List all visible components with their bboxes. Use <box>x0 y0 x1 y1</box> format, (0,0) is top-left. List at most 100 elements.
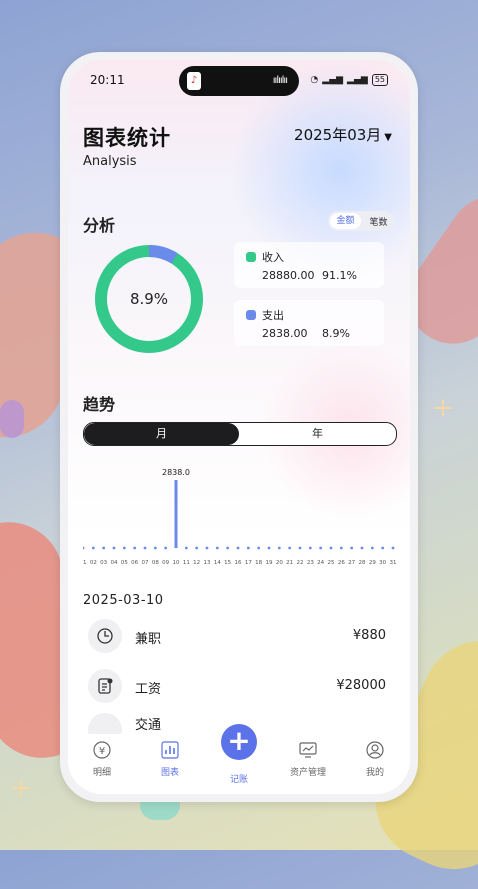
toggle-amount[interactable]: 金额 <box>330 213 361 229</box>
chart-tick-label: 26 <box>338 560 345 566</box>
phone-frame: 20:11 ♪ ıılıılıı ◔ ▂▄▆ ▂▄▆ 55 图表统计 Analy… <box>60 52 418 802</box>
chart-zero-point <box>236 546 240 550</box>
chart-tick-label: 23 <box>307 560 314 566</box>
chart-zero-point <box>133 546 137 550</box>
user-icon <box>366 741 384 759</box>
background-shape <box>0 400 24 438</box>
chart-tick-label: 29 <box>369 560 376 566</box>
chart-zero-point <box>257 546 261 550</box>
plus-icon[interactable]: + <box>221 724 257 760</box>
chart-tick-label: 20 <box>276 560 283 566</box>
wifi-icon: ◔ <box>310 75 319 85</box>
expense-color-dot <box>246 310 256 320</box>
bottom-tab-bar: ¥ 明细 图表 + 记账 资产管理 我的 <box>68 724 410 794</box>
legend-income-label: 收入 <box>262 251 284 264</box>
status-time: 20:11 <box>90 73 125 87</box>
monitor-chart-icon <box>299 742 317 758</box>
chart-tick-label: 10 <box>173 560 180 566</box>
chart-zero-point <box>267 546 271 550</box>
income-color-dot <box>246 252 256 262</box>
tab-label: 资产管理 <box>289 768 326 778</box>
chart-zero-point <box>184 546 188 550</box>
chart-tick-label: 16 <box>235 560 242 566</box>
detail-date: 2025-03-10 <box>83 593 164 608</box>
chart-tick-label: 22 <box>297 560 304 566</box>
chart-tick-label: 15 <box>224 560 231 566</box>
page-title: 图表统计 <box>83 126 171 150</box>
tab-label: 我的 <box>365 768 384 778</box>
chart-tick-label: 25 <box>328 560 335 566</box>
legend-expense: 支出 2838.00 8.9% <box>234 300 384 346</box>
legend-income-value: 28880.00 <box>262 269 315 282</box>
chart-tick-label: 12 <box>193 560 200 566</box>
item-amount: ¥880 <box>352 628 386 643</box>
chart-zero-point <box>122 546 126 550</box>
audio-wave-icon: ıılıılıı <box>272 75 288 86</box>
chart-tick-label: 31 <box>390 560 397 566</box>
caret-down-icon: ▼ <box>384 132 392 143</box>
analysis-heading: 分析 <box>83 216 116 235</box>
chart-tick-label: 05 <box>121 560 128 566</box>
legend-expense-pct: 8.9% <box>322 327 350 340</box>
chart-tick-label: 19 <box>266 560 273 566</box>
chart-zero-point <box>319 546 323 550</box>
amount-count-toggle[interactable]: 金额 笔数 <box>328 211 394 231</box>
item-name: 工资 <box>135 682 162 697</box>
status-icons: ◔ ▂▄▆ ▂▄▆ 55 <box>310 74 388 86</box>
signal-icon: ▂▄▆ <box>347 75 368 85</box>
chart-tick-label: 24 <box>317 560 324 566</box>
svg-text:¥: ¥ <box>99 746 105 757</box>
chart-zero-point <box>153 546 157 550</box>
tab-label: 明细 <box>92 768 111 778</box>
legend-income: 收入 28880.00 91.1% <box>234 242 384 288</box>
bar-chart-icon <box>161 741 179 759</box>
tab-record-label[interactable]: 记账 <box>209 772 269 785</box>
app-screen: 20:11 ♪ ıılıılıı ◔ ▂▄▆ ▂▄▆ 55 图表统计 Analy… <box>68 60 410 794</box>
tab-chart[interactable]: 图表 <box>140 734 200 778</box>
item-name: 兼职 <box>135 632 162 647</box>
chart-tick-label: 13 <box>204 560 211 566</box>
chart-zero-point <box>350 546 354 550</box>
chart-zero-point <box>277 546 281 550</box>
chart-zero-point <box>246 546 250 550</box>
chart-zero-point <box>226 546 230 550</box>
month-selector[interactable]: 2025年03月 ▼ <box>294 124 392 145</box>
chart-zero-point <box>215 546 219 550</box>
chart-tick-label: 27 <box>348 560 355 566</box>
chart-tick-label: 06 <box>131 560 138 566</box>
period-switch[interactable]: 月 年 <box>83 422 397 446</box>
chart-zero-point <box>164 546 168 550</box>
chart-zero-point <box>91 546 95 550</box>
chart-zero-point <box>370 546 374 550</box>
sparkle-icon: + <box>432 393 454 423</box>
trend-bar-chart: 010203 040506 070809 2838.0 101112 131415 1617… <box>83 468 397 566</box>
list-item[interactable]: 工资 ¥28000 <box>88 667 398 707</box>
donut-center-label: 8.9% <box>130 290 168 308</box>
chart-data-label: 2838.0 <box>162 468 190 477</box>
chart-tick-label: 17 <box>245 560 252 566</box>
chart-zero-point <box>205 546 209 550</box>
donut-chart: 8.9% <box>95 245 203 353</box>
item-amount: ¥28000 <box>336 678 386 693</box>
chart-zero-point <box>381 546 385 550</box>
chart-tick-label: 08 <box>152 560 159 566</box>
chart-tick-label: 01 <box>83 560 87 566</box>
legend-income-pct: 91.1% <box>322 269 357 282</box>
toggle-count[interactable]: 笔数 <box>363 215 394 228</box>
chart-zero-point <box>339 546 343 550</box>
chart-zero-point <box>391 546 395 550</box>
period-month[interactable]: 月 <box>84 423 239 445</box>
chart-zero-point <box>288 546 292 550</box>
tab-assets[interactable]: 资产管理 <box>278 734 338 778</box>
chart-tick-label: 02 <box>90 560 97 566</box>
item-name: 交通 <box>135 718 162 733</box>
chart-zero-point <box>329 546 333 550</box>
tab-detail[interactable]: ¥ 明细 <box>72 734 132 778</box>
yen-circle-icon: ¥ <box>93 741 111 759</box>
chart-zero-point <box>308 546 312 550</box>
list-item[interactable]: 兼职 ¥880 <box>88 617 398 657</box>
chart-tick-label: 30 <box>379 560 386 566</box>
chart-bar <box>174 480 178 548</box>
period-year[interactable]: 年 <box>239 423 396 445</box>
tab-me[interactable]: 我的 <box>345 734 405 778</box>
